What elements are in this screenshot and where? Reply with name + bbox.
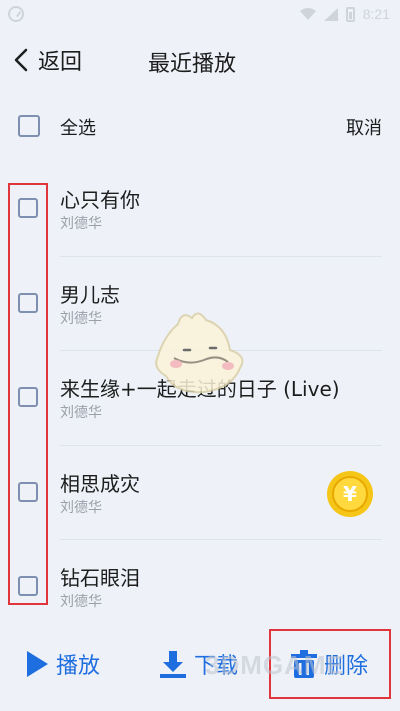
song-checkbox[interactable]	[18, 198, 38, 218]
back-button[interactable]: 返回	[14, 44, 82, 76]
bottom-action-bar: 播放 下载 删除	[0, 618, 400, 711]
song-title: 钻石眼泪	[60, 566, 140, 590]
play-button[interactable]: 播放	[24, 644, 100, 684]
song-artist: 刘德华	[60, 405, 102, 421]
play-label: 播放	[56, 654, 101, 679]
mascot-icon	[155, 312, 244, 394]
status-bar: 8:21	[0, 0, 400, 30]
song-artist: 刘德华	[60, 499, 102, 516]
status-time: 8:21	[362, 6, 390, 22]
song-title: 相思成灾	[60, 471, 140, 496]
svg-text:¥: ¥	[343, 482, 357, 506]
page-title: 最近播放	[148, 52, 237, 77]
download-icon	[160, 651, 186, 678]
song-checkbox[interactable]	[18, 387, 38, 407]
selection-bar: 全选 取消	[0, 104, 400, 148]
back-label: 返回	[38, 50, 83, 75]
chevron-left-icon	[14, 48, 28, 72]
header: 返回 最近播放	[0, 36, 400, 84]
signal-icon	[323, 7, 338, 21]
cancel-button[interactable]: 取消	[346, 114, 382, 140]
delete-button[interactable]: 删除	[290, 644, 368, 684]
alarm-icon	[8, 6, 24, 22]
select-all-checkbox[interactable]	[18, 115, 40, 137]
download-label: 下载	[194, 654, 239, 679]
select-all-label[interactable]: 全选	[60, 114, 96, 140]
coin-icon[interactable]: ¥	[326, 470, 374, 518]
song-title: 心只有你	[60, 188, 140, 212]
song-artist: 刘德华	[60, 216, 102, 232]
song-title: 男儿志	[60, 282, 120, 307]
song-row[interactable]: 心只有你 刘德华	[0, 162, 400, 257]
download-button[interactable]: 下载	[158, 644, 238, 684]
trash-icon	[291, 650, 317, 678]
play-icon	[27, 651, 48, 677]
status-icons: 8:21	[299, 6, 390, 22]
battery-icon	[345, 6, 355, 22]
delete-label: 删除	[324, 654, 369, 679]
song-artist: 刘德华	[60, 310, 102, 327]
song-checkbox[interactable]	[18, 292, 38, 313]
wifi-icon	[299, 8, 316, 20]
song-artist: 刘德华	[60, 594, 102, 610]
song-checkbox[interactable]	[18, 481, 38, 502]
song-checkbox[interactable]	[18, 576, 38, 596]
